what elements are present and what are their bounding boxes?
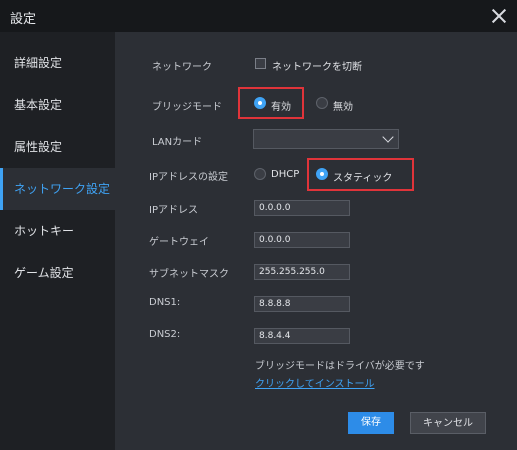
sidebar: 詳細設定 基本設定 属性設定 ネットワーク設定 ホットキー ゲーム設定 <box>0 32 115 450</box>
settings-window: 設定 詳細設定 基本設定 属性設定 ネットワーク設定 ホットキー ゲーム設定 ネ… <box>0 0 517 450</box>
dhcp-label: DHCP <box>271 169 300 180</box>
subnet-mask-input[interactable] <box>254 264 350 280</box>
dns2-input[interactable] <box>254 328 350 344</box>
chevron-down-icon <box>382 131 394 143</box>
gateway-label: ゲートウェイ <box>149 237 209 248</box>
dns2-label: DNS2: <box>149 329 181 340</box>
save-button[interactable]: 保存 <box>348 412 394 434</box>
install-driver-link[interactable]: クリックしてインストール <box>255 375 375 390</box>
bridge-enabled-label: 有効 <box>271 102 291 113</box>
driver-note: ブリッジモードはドライバが必要です <box>255 361 425 372</box>
ip-address-input[interactable] <box>254 200 350 216</box>
dns1-label: DNS1: <box>149 297 181 308</box>
window-title: 設定 <box>10 12 37 27</box>
sidebar-item-game[interactable]: ゲーム設定 <box>0 252 115 294</box>
disconnect-checkbox-label: ネットワークを切断 <box>272 62 362 73</box>
network-settings-panel: ネットワーク ネットワークを切断 ブリッジモード 有効 無効 LANカード IP… <box>115 32 517 450</box>
static-radio[interactable] <box>316 168 328 180</box>
gateway-input[interactable] <box>254 232 350 248</box>
lan-card-select[interactable] <box>253 129 399 149</box>
cancel-button[interactable]: キャンセル <box>410 412 486 434</box>
sidebar-item-network[interactable]: ネットワーク設定 <box>0 168 115 210</box>
bridge-enabled-radio[interactable] <box>254 97 266 109</box>
static-label: スタティック <box>333 173 393 184</box>
bridge-mode-label: ブリッジモード <box>152 102 222 113</box>
sidebar-item-hotkeys[interactable]: ホットキー <box>0 210 115 252</box>
dhcp-radio[interactable] <box>254 168 266 180</box>
lan-card-label: LANカード <box>152 137 203 148</box>
bridge-disabled-label: 無効 <box>333 102 353 113</box>
disconnect-checkbox[interactable] <box>255 58 266 69</box>
close-icon[interactable] <box>487 4 511 28</box>
dns1-input[interactable] <box>254 296 350 312</box>
bridge-disabled-radio[interactable] <box>316 97 328 109</box>
network-label: ネットワーク <box>152 62 212 73</box>
sidebar-item-basic[interactable]: 基本設定 <box>0 84 115 126</box>
sidebar-item-advanced[interactable]: 詳細設定 <box>0 42 115 84</box>
ip-setting-label: IPアドレスの設定 <box>149 172 228 183</box>
subnet-mask-label: サブネットマスク <box>149 269 229 280</box>
sidebar-item-attributes[interactable]: 属性設定 <box>0 126 115 168</box>
title-bar: 設定 <box>0 0 517 32</box>
ip-address-label: IPアドレス <box>149 205 198 216</box>
